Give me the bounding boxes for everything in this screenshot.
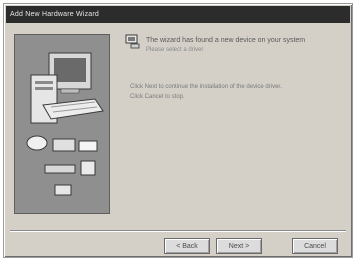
button-divider xyxy=(10,230,346,232)
next-button[interactable]: Next > xyxy=(216,238,262,254)
wizard-content: The wizard has found a new device on you… xyxy=(124,32,346,152)
hardware-icon xyxy=(125,34,140,49)
wizard-subheading: Please select a driver xyxy=(146,47,204,53)
cancel-button[interactable]: Cancel xyxy=(292,238,338,254)
wizard-heading: The wizard has found a new device on you… xyxy=(146,37,306,44)
wizard-window: Add New Hardware Wizard The wizard has f… xyxy=(3,3,353,258)
title-bar: Add New Hardware Wizard xyxy=(6,6,350,23)
wizard-instructions: Click Next to continue the installation … xyxy=(130,82,340,102)
instruction-line: Click Next to continue the installation … xyxy=(130,84,282,90)
back-button[interactable]: < Back xyxy=(164,238,210,254)
instruction-line: Click Cancel to stop. xyxy=(130,94,185,100)
wizard-side-panel xyxy=(14,34,110,214)
peripheral-devices-icon xyxy=(26,135,98,196)
